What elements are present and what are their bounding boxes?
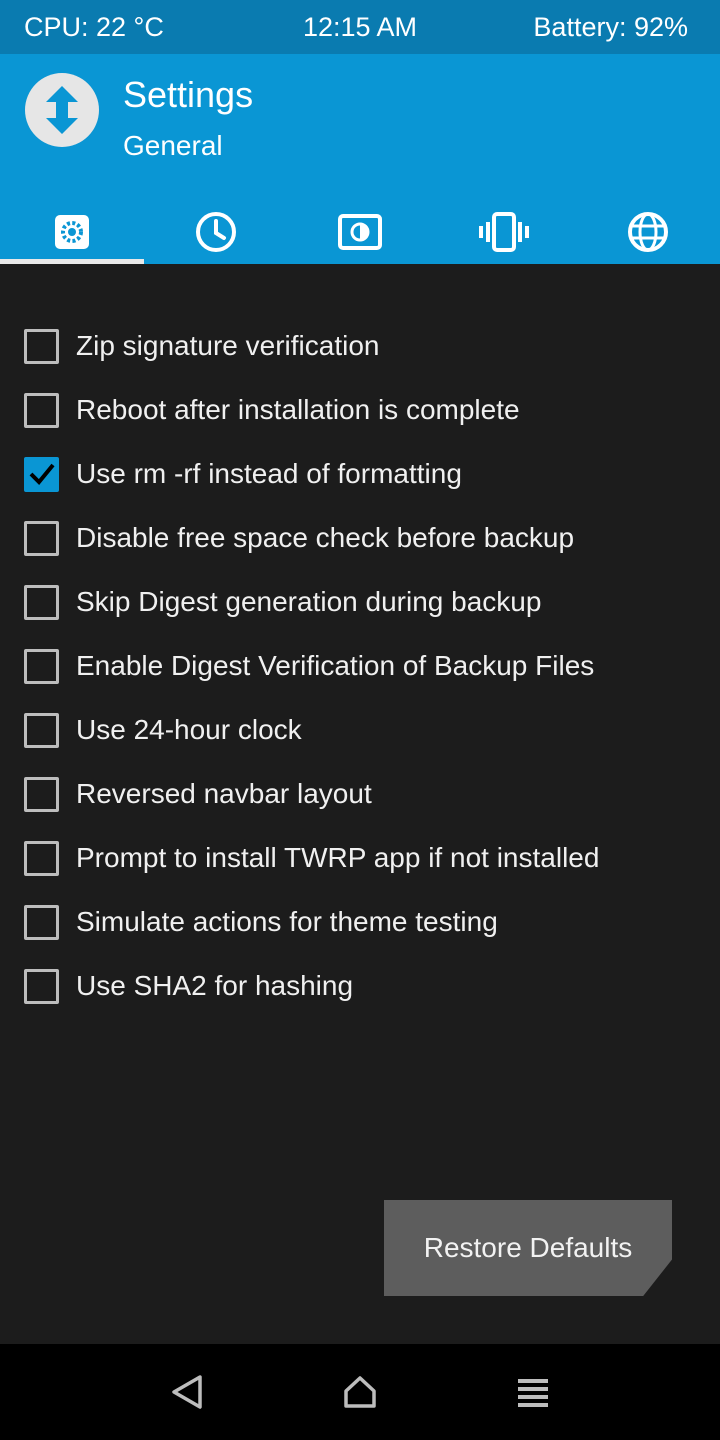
setting-label: Zip signature verification: [76, 330, 380, 361]
checkbox-unchecked[interactable]: [24, 328, 59, 364]
checkbox-checked[interactable]: [24, 456, 59, 492]
tab-time[interactable]: [144, 200, 288, 264]
tab-screen[interactable]: [288, 200, 432, 264]
setting-row[interactable]: Use 24-hour clock: [0, 698, 720, 762]
back-triangle-icon: [171, 1375, 202, 1409]
checkbox-unchecked[interactable]: [24, 904, 59, 940]
twrp-logo-icon: [25, 73, 99, 147]
menu-icon: [518, 1379, 549, 1407]
checkbox-unchecked[interactable]: [24, 520, 59, 556]
setting-label: Disable free space check before backup: [76, 522, 575, 553]
clock-icon: [196, 212, 236, 252]
setting-label: Reversed navbar layout: [76, 778, 372, 809]
brightness-icon: [338, 214, 382, 250]
checkbox-unchecked[interactable]: [24, 392, 59, 428]
back-button[interactable]: [157, 1362, 217, 1422]
setting-label: Use SHA2 for hashing: [76, 970, 354, 1001]
setting-row[interactable]: Disable free space check before backup: [0, 506, 720, 570]
setting-label: Reboot after installation is complete: [76, 394, 520, 425]
setting-row[interactable]: Reversed navbar layout: [0, 762, 720, 826]
menu-button[interactable]: [503, 1362, 563, 1422]
setting-row[interactable]: Reboot after installation is complete: [0, 378, 720, 442]
checkmark-icon: [29, 463, 55, 485]
checkbox-unchecked[interactable]: [24, 840, 59, 876]
checkbox-unchecked[interactable]: [24, 776, 59, 812]
tab-vibration[interactable]: [432, 200, 576, 264]
page-title: Settings: [123, 74, 254, 115]
checkbox-unchecked[interactable]: [24, 968, 59, 1004]
setting-row[interactable]: Use rm -rf instead of formatting: [0, 442, 720, 506]
globe-icon: [628, 212, 668, 252]
settings-list: Zip signature verification Reboot after i…: [0, 314, 720, 1018]
setting-label: Use 24-hour clock: [76, 714, 302, 745]
checkbox-unchecked[interactable]: [24, 648, 59, 684]
gear-icon: [55, 215, 89, 249]
navigation-bar: [0, 1344, 720, 1440]
tab-general[interactable]: [0, 200, 144, 264]
status-bar: CPU: 22 °C 12:15 AM Battery: 92%: [0, 0, 720, 54]
battery-level: Battery: 92%: [533, 11, 688, 42]
setting-row[interactable]: Zip signature verification: [0, 314, 720, 378]
tab-bar: [0, 200, 720, 264]
setting-row[interactable]: Prompt to install TWRP app if not instal…: [0, 826, 720, 890]
setting-row[interactable]: Skip Digest generation during backup: [0, 570, 720, 634]
restore-defaults-button[interactable]: Restore Defaults: [384, 1200, 672, 1296]
setting-label: Enable Digest Verification of Backup Fil…: [76, 650, 595, 681]
vibrate-icon: [479, 212, 529, 252]
home-icon: [344, 1376, 376, 1408]
header: Settings General: [0, 54, 720, 264]
setting-label: Prompt to install TWRP app if not instal…: [76, 842, 600, 873]
checkbox-unchecked[interactable]: [24, 584, 59, 620]
setting-label: Skip Digest generation during backup: [76, 586, 542, 617]
checkbox-unchecked[interactable]: [24, 712, 59, 748]
setting-row[interactable]: Simulate actions for theme testing: [0, 890, 720, 954]
setting-label: Use rm -rf instead of formatting: [76, 458, 462, 489]
setting-row[interactable]: Enable Digest Verification of Backup Fil…: [0, 634, 720, 698]
home-button[interactable]: [330, 1362, 390, 1422]
setting-row[interactable]: Use SHA2 for hashing: [0, 954, 720, 1018]
page-subtitle: General: [123, 130, 223, 161]
tab-language[interactable]: [576, 200, 720, 264]
setting-label: Simulate actions for theme testing: [76, 906, 498, 937]
